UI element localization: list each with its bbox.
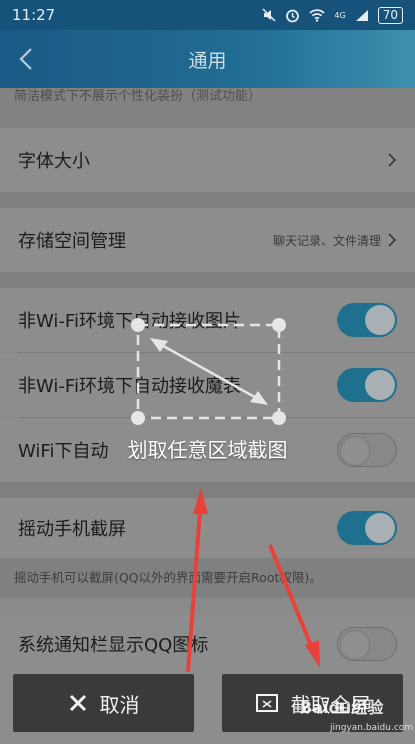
selection-handle[interactable] [272, 411, 286, 425]
cancel-label: 取消 [99, 692, 140, 717]
diagonal-arrow-icon [150, 338, 268, 405]
close-icon [69, 694, 86, 712]
watermark-url: jingyan.baidu.com [330, 723, 414, 733]
annotation-arrow [186, 488, 208, 673]
cancel-button[interactable]: 取消 [13, 674, 194, 732]
screenshot-icon [255, 694, 278, 712]
overlay-caption: 划取任意区域截图 [127, 438, 288, 462]
watermark-logo: Baidu经验 [300, 698, 384, 717]
selection-handle[interactable] [272, 318, 286, 332]
screenshot-overlay [131, 318, 320, 673]
annotation-arrow [268, 544, 320, 668]
selection-handle[interactable] [131, 318, 145, 332]
selection-handle[interactable] [131, 411, 145, 425]
